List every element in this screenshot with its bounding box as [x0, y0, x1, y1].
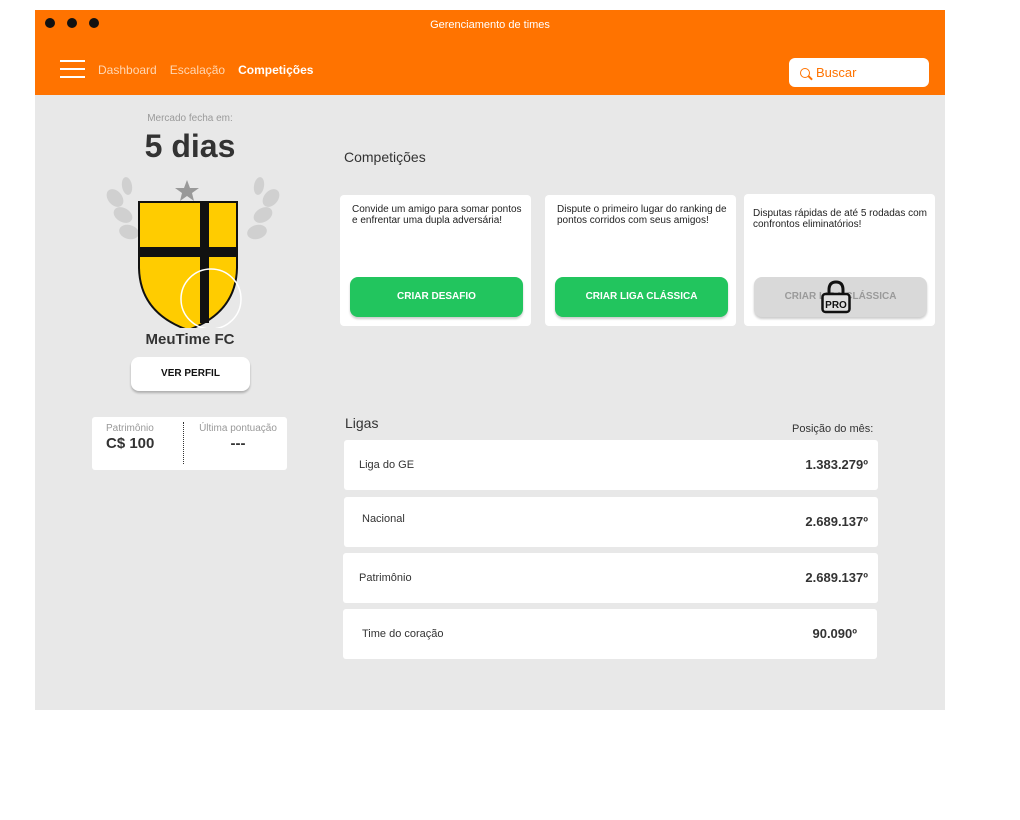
nav-escalacao[interactable]: Escalação [170, 63, 225, 77]
league-name: Nacional [362, 513, 405, 525]
league-name: Patrimônio [359, 572, 412, 584]
league-row[interactable]: Time do coração 90.090º [343, 609, 877, 659]
menu-icon[interactable] [60, 60, 85, 78]
competition-desc: Dispute o primeiro lugar do ranking de p… [557, 204, 727, 226]
team-crest [106, 177, 280, 328]
league-position: 2.689.137º [805, 570, 868, 585]
league-position: 1.383.279º [805, 457, 868, 472]
search-placeholder: Buscar [816, 65, 857, 80]
competitions-title: Competições [344, 149, 426, 165]
create-classic-league-button[interactable]: CRIAR LIGA CLÁSSICA [555, 277, 728, 317]
league-position: 90.090º [812, 626, 857, 641]
league-row[interactable]: Nacional 2.689.137º [344, 497, 878, 547]
leagues-title: Ligas [345, 415, 379, 431]
window-title: Gerenciamento de times [430, 19, 550, 31]
team-stats-card: Patrimônio C$ 100 Última pontuação --- [92, 417, 287, 470]
patrimonio-value: C$ 100 [106, 435, 155, 452]
patrimonio-label: Patrimônio [106, 423, 154, 434]
nav-dashboard[interactable]: Dashboard [98, 63, 157, 77]
top-bar: Gerenciamento de times Dashboard Escalaç… [35, 10, 945, 95]
competition-desc: Convide um amigo para somar pontos e enf… [352, 204, 522, 226]
league-row[interactable]: Liga do GE 1.383.279º [344, 440, 878, 490]
month-position-label: Posição do mês: [792, 423, 874, 435]
market-close-value: 5 dias [144, 128, 236, 164]
competition-card-desafio: Convide um amigo para somar pontos e enf… [340, 195, 531, 326]
search-input[interactable]: Buscar [789, 58, 929, 87]
competition-card-mata-mata: Disputas rápidas de até 5 rodadas com co… [744, 194, 935, 326]
league-row[interactable]: Patrimônio 2.689.137º [343, 553, 878, 603]
competition-card-classica: Dispute o primeiro lugar do ranking de p… [545, 195, 736, 326]
last-score-label: Última pontuação [199, 423, 277, 434]
create-challenge-button[interactable]: CRIAR DESAFIO [350, 277, 523, 317]
market-close-label: Mercado fecha em: [147, 113, 233, 124]
main-nav: Dashboard Escalação Competições [98, 63, 313, 77]
create-knockout-league-button[interactable]: CRIAR LIGA CLÁSSICA PRO [754, 277, 927, 317]
lock-icon: PRO [821, 280, 851, 314]
last-score-value: --- [230, 435, 246, 452]
search-icon [800, 68, 810, 78]
view-profile-button[interactable]: VER PERFIL [131, 357, 250, 391]
app-window: Gerenciamento de times Dashboard Escalaç… [35, 10, 945, 710]
team-name: MeuTime FC [145, 331, 235, 348]
stats-divider [183, 422, 184, 464]
nav-competicoes[interactable]: Competições [238, 63, 313, 77]
star-icon [175, 180, 199, 201]
competition-desc: Disputas rápidas de até 5 rodadas com co… [753, 208, 927, 230]
shield-icon [138, 201, 238, 328]
league-name: Liga do GE [359, 459, 415, 471]
league-name: Time do coração [362, 628, 444, 640]
pro-badge: PRO [825, 300, 847, 311]
league-position: 2.689.137º [805, 514, 868, 529]
